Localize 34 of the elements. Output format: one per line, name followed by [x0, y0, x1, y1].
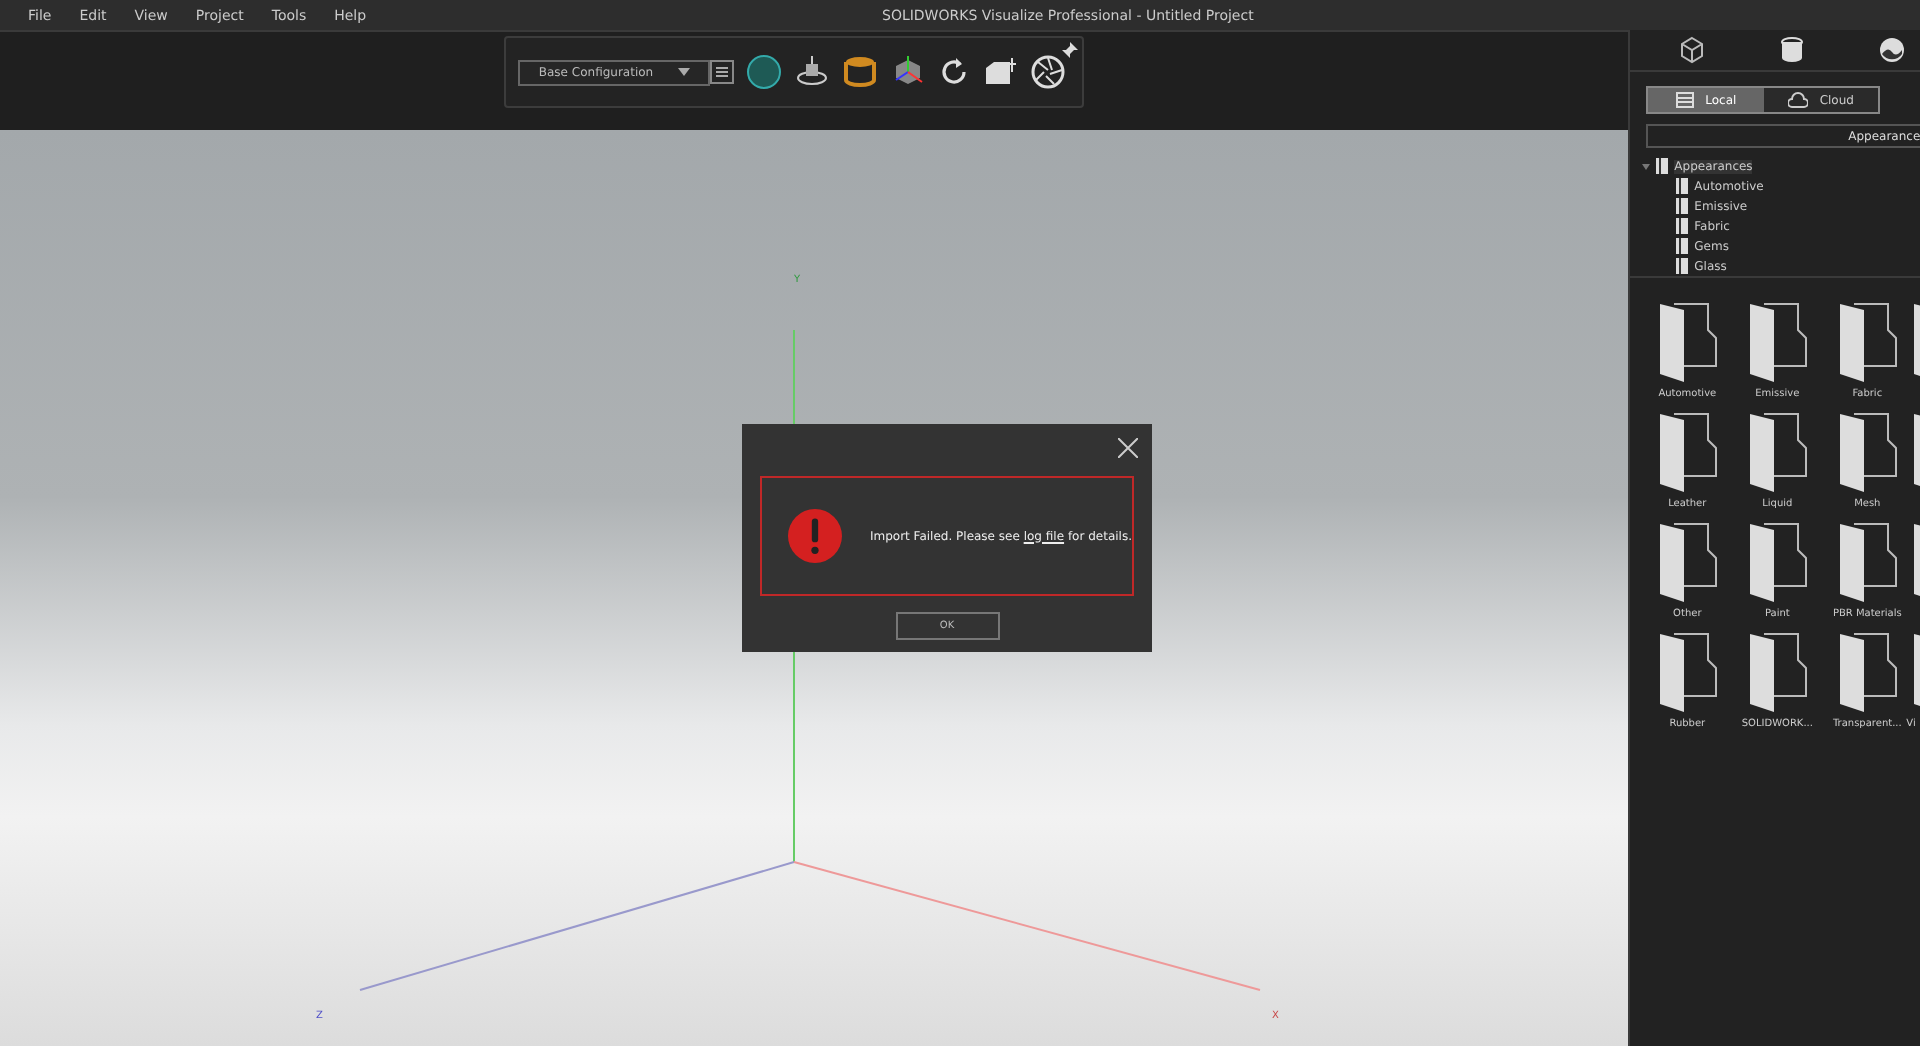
paint-can-icon[interactable] — [1778, 36, 1807, 64]
sphere-icon[interactable] — [746, 54, 782, 90]
caret-icon — [677, 68, 690, 76]
pin-icon[interactable] — [1060, 42, 1078, 60]
folder-icon[interactable] — [1747, 632, 1808, 712]
list-icon[interactable] — [710, 60, 734, 84]
aperture-icon[interactable] — [1030, 54, 1066, 90]
folder-icon[interactable] — [1837, 412, 1898, 492]
folder-icon[interactable] — [1747, 522, 1808, 602]
collapse-icon[interactable] — [1642, 162, 1651, 170]
book-icon — [1676, 198, 1689, 214]
folder-icon[interactable] — [1657, 632, 1718, 712]
environment-icon[interactable] — [1878, 36, 1907, 64]
cube-arrow-icon[interactable] — [982, 54, 1018, 90]
book-icon — [1676, 178, 1689, 194]
folder-icon[interactable] — [1657, 302, 1718, 382]
folder-icon[interactable] — [1837, 302, 1898, 382]
book-icon — [1676, 218, 1689, 234]
cube-axes-icon[interactable] — [890, 54, 926, 90]
turntable-icon[interactable] — [794, 54, 830, 90]
folder-icon[interactable] — [1747, 412, 1808, 492]
folder-icon[interactable] — [1837, 522, 1898, 602]
close-icon[interactable] — [1118, 438, 1138, 458]
book-icon — [1676, 238, 1689, 254]
storage-icon — [1675, 92, 1694, 108]
cloud-icon — [1787, 92, 1808, 108]
folder-icon[interactable] — [1747, 302, 1808, 382]
folder-icon[interactable] — [1657, 522, 1718, 602]
cube-icon[interactable] — [1678, 36, 1707, 64]
cylinder-icon[interactable] — [842, 54, 878, 90]
book-icon — [1656, 158, 1669, 174]
refresh-icon[interactable] — [938, 56, 970, 88]
folder-icon[interactable] — [1657, 412, 1718, 492]
folder-icon[interactable] — [1837, 632, 1898, 712]
